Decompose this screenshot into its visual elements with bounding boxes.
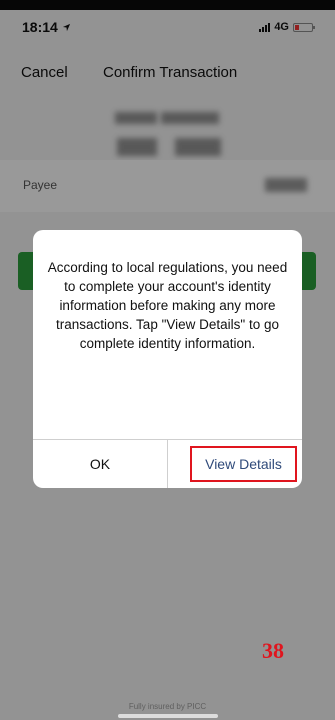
page-number: 38 — [262, 638, 284, 663]
alert-dialog: According to local regulations, you need… — [33, 230, 302, 488]
view-details-button[interactable]: View Details — [190, 446, 297, 482]
dialog-message: According to local regulations, you need… — [47, 260, 288, 351]
ok-button[interactable]: OK — [33, 440, 167, 488]
dialog-button-divider — [167, 440, 168, 488]
home-indicator[interactable] — [118, 714, 218, 718]
screen: 18:14 4G Cancel Confirm Transaction Paye… — [0, 0, 335, 720]
